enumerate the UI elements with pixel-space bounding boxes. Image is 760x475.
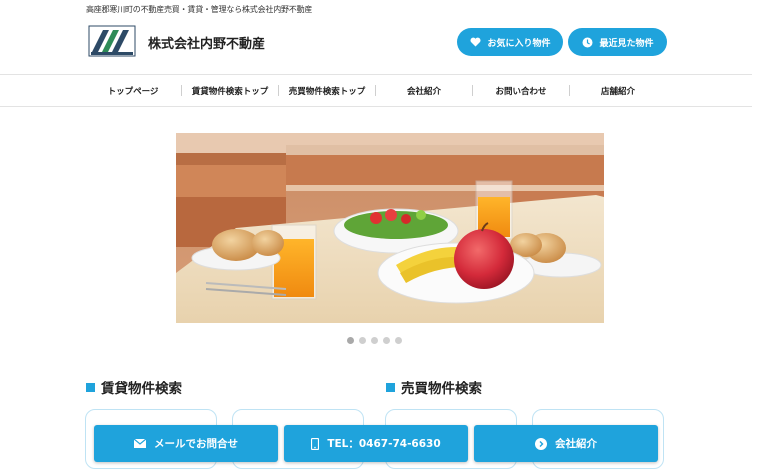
slider-pagination <box>347 337 402 344</box>
rent-search-heading: 賃貸物件検索 <box>86 377 182 397</box>
nav-item-label: 店舗紹介 <box>600 86 635 97</box>
company-logo[interactable] <box>88 25 136 57</box>
slider-dot[interactable] <box>347 337 354 344</box>
company-intro-label: 会社紹介 <box>555 438 597 450</box>
slider-dot[interactable] <box>371 337 378 344</box>
tel-button[interactable]: TEL：0467-74-6630 <box>284 425 468 462</box>
recent-viewed-label: 最近見た物件 <box>599 38 654 49</box>
slider-dot[interactable] <box>395 337 402 344</box>
hero-breakfast-image <box>176 133 604 323</box>
sale-search-heading: 売買物件検索 <box>386 377 482 397</box>
global-nav: トップページ 賃貸物件検索トップ 売買物件検索トップ 会社紹介 お問い合わせ 店… <box>0 74 752 107</box>
company-intro-button[interactable]: 会社紹介 <box>474 425 658 462</box>
nav-item-top[interactable]: トップページ <box>86 75 180 106</box>
arrow-right-circle-icon <box>535 437 547 450</box>
nav-item-sale-search[interactable]: 売買物件検索トップ <box>279 75 375 106</box>
hero-slider[interactable] <box>176 133 604 323</box>
nav-item-label: 賃貸物件検索トップ <box>191 86 269 97</box>
phone-icon <box>311 437 320 450</box>
envelope-icon <box>134 439 146 448</box>
nav-item-label: 売買物件検索トップ <box>288 86 366 97</box>
nav-item-rent-search[interactable]: 賃貸物件検索トップ <box>182 75 278 106</box>
nav-item-contact[interactable]: お問い合わせ <box>473 75 569 106</box>
heading-marker-icon <box>386 382 395 392</box>
site-tagline: 高座郡寒川町の不動産売買・賃貸・管理なら株式会社内野不動産 <box>86 5 313 14</box>
clock-icon <box>581 36 593 48</box>
company-name[interactable]: 株式会社内野不動産 <box>148 33 265 52</box>
nav-item-company[interactable]: 会社紹介 <box>376 75 472 106</box>
heading-marker-icon <box>86 382 95 392</box>
favorites-button[interactable]: お気に入り物件 <box>457 28 563 56</box>
slider-dot[interactable] <box>359 337 366 344</box>
nav-item-label: 会社紹介 <box>406 86 441 97</box>
slider-dot[interactable] <box>383 337 390 344</box>
recent-viewed-button[interactable]: 最近見た物件 <box>568 28 667 56</box>
mail-contact-label: メールでお問合せ <box>154 438 238 450</box>
heart-icon <box>469 36 481 48</box>
sale-search-title: 売買物件検索 <box>401 381 482 397</box>
nav-item-label: トップページ <box>107 86 159 97</box>
favorites-label: お気に入り物件 <box>487 38 551 49</box>
nav-item-stores[interactable]: 店舗紹介 <box>570 75 666 106</box>
rent-search-title: 賃貸物件検索 <box>101 381 182 397</box>
logo-mark-icon <box>88 25 136 57</box>
nav-item-label: お問い合わせ <box>495 86 547 97</box>
mail-contact-button[interactable]: メールでお問合せ <box>94 425 278 462</box>
tel-label: TEL：0467-74-6630 <box>327 438 441 450</box>
